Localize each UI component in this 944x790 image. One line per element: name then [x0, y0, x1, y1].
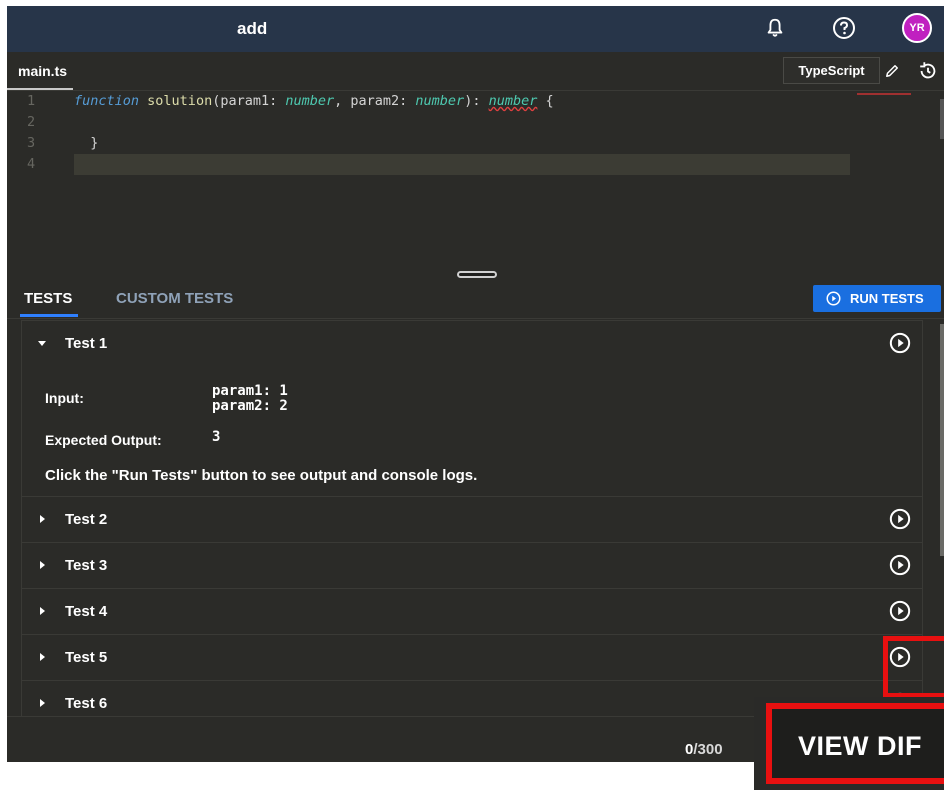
resize-handle[interactable] [457, 271, 497, 278]
test-item-2[interactable]: Test 2 [21, 496, 923, 542]
test-details: Input: param1: 1 param2: 2 Expected Outp… [22, 366, 922, 496]
help-icon[interactable] [832, 16, 856, 40]
app-window: add YR main.ts TypeScript 1 2 3 4 functi… [6, 6, 944, 762]
code-function-name: solution [147, 93, 213, 109]
code-type-error: number [488, 93, 538, 109]
code-type: number [285, 93, 335, 109]
caret-right-icon[interactable] [37, 605, 47, 617]
tab-tests[interactable]: TESTS [19, 290, 79, 317]
run-tests-button[interactable]: RUN TESTS [813, 285, 941, 312]
test-name: Test 1 [65, 335, 108, 352]
code-type: number [415, 93, 465, 109]
caret-right-icon[interactable] [37, 651, 47, 663]
run-tests-hint: Click the "Run Tests" button to see outp… [45, 467, 478, 484]
reset-icon[interactable] [917, 60, 939, 82]
code-text: (param1: [212, 93, 286, 109]
code-editor[interactable]: 1 2 3 4 function solution(param1: number… [7, 91, 944, 276]
test-name: Test 6 [65, 695, 108, 712]
test-header[interactable]: Test 4 [22, 589, 922, 634]
code-line-3[interactable]: } [74, 133, 864, 154]
play-circle-icon [826, 291, 841, 306]
test-name: Test 2 [65, 511, 108, 528]
pencil-icon[interactable] [883, 62, 901, 80]
play-circle-icon[interactable] [889, 554, 911, 576]
input-param-2: param2: 2 [212, 398, 288, 414]
minimap-error-marker [857, 93, 911, 95]
test-header[interactable]: Test 3 [22, 543, 922, 588]
test-header[interactable]: Test 2 [22, 497, 922, 542]
play-circle-icon[interactable] [889, 332, 911, 354]
view-diff-label: VIEW DIF [798, 731, 922, 761]
avatar[interactable]: YR [902, 13, 932, 43]
tests-scrollbar[interactable] [940, 324, 944, 556]
line-number: 3 [27, 135, 36, 151]
test-name: Test 4 [65, 603, 108, 620]
caret-right-icon[interactable] [37, 697, 47, 709]
caret-right-icon[interactable] [37, 513, 47, 525]
code-text: } [90, 135, 99, 151]
test-item-5[interactable]: Test 5 [21, 634, 923, 680]
tab-custom-tests[interactable]: CUSTOM TESTS [116, 290, 233, 307]
language-selector[interactable]: TypeScript [783, 57, 880, 84]
current-line-highlight [74, 154, 850, 175]
test-name: Test 5 [65, 649, 108, 666]
code-text: ): [464, 93, 489, 109]
code-text: { [537, 93, 554, 109]
top-bar: add YR [7, 6, 944, 52]
bell-icon[interactable] [764, 17, 786, 39]
code-area[interactable]: function solution(param1: number, param2… [74, 91, 864, 175]
code-text: , param2: [334, 93, 416, 109]
run-tests-label: RUN TESTS [850, 291, 924, 306]
editor-scrollbar[interactable] [940, 99, 944, 139]
line-number: 2 [27, 114, 36, 130]
expected-output-value: 3 [212, 429, 221, 445]
test-item-3[interactable]: Test 3 [21, 542, 923, 588]
counter-total: /300 [693, 741, 723, 758]
test-header[interactable]: Test 5 [22, 635, 922, 680]
play-circle-icon[interactable] [889, 508, 911, 530]
code-line-2[interactable] [74, 112, 864, 133]
tests-tab-bar: TESTS CUSTOM TESTS RUN TESTS [7, 278, 944, 319]
input-param-1: param1: 1 [212, 383, 288, 399]
test-list: Test 1 Input: param1: 1 param2: 2 Expect… [21, 320, 923, 716]
input-value: param1: 1 param2: 2 [212, 384, 288, 414]
view-diff-button[interactable]: VIEW DIF [766, 703, 944, 784]
line-number: 1 [27, 93, 36, 109]
test-item-1[interactable]: Test 1 Input: param1: 1 param2: 2 Expect… [21, 320, 923, 496]
page-title: add [237, 19, 268, 38]
character-counter: 0/300 [685, 741, 723, 758]
test-item-4[interactable]: Test 4 [21, 588, 923, 634]
play-circle-icon[interactable] [889, 600, 911, 622]
input-label: Input: [45, 390, 84, 406]
file-tab-bar: main.ts TypeScript [6, 52, 944, 91]
test-name: Test 3 [65, 557, 108, 574]
file-tab[interactable]: main.ts [6, 63, 74, 90]
expected-output-label: Expected Output: [45, 432, 162, 448]
highlight-box [883, 636, 944, 698]
code-line-1[interactable]: function solution(param1: number, param2… [74, 91, 864, 112]
caret-right-icon[interactable] [37, 559, 47, 571]
line-number: 4 [27, 156, 36, 172]
line-number-gutter: 1 2 3 4 [27, 91, 67, 175]
test-header[interactable]: Test 1 [22, 321, 922, 366]
code-keyword: function [74, 93, 140, 109]
caret-down-icon[interactable] [37, 337, 47, 349]
